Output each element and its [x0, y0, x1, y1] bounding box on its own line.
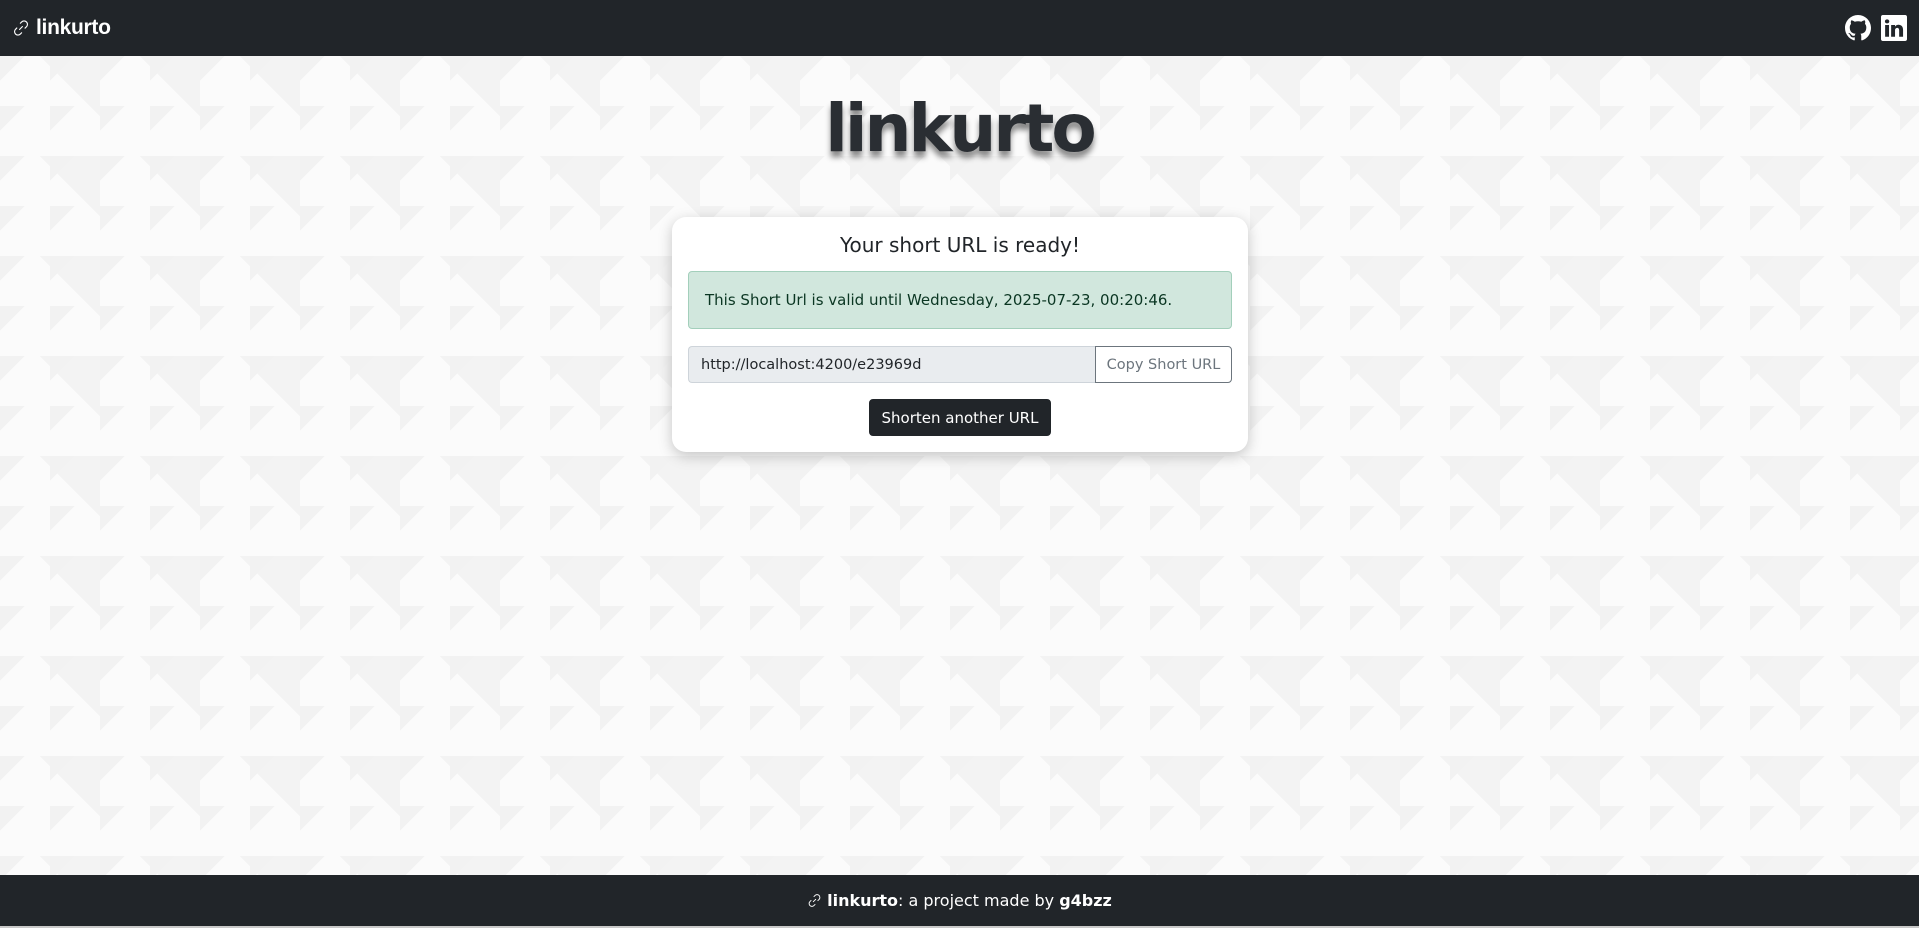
footer-text: : a project made by [898, 891, 1060, 910]
validity-alert-text: This Short Url is valid until Wednesday,… [705, 291, 1173, 309]
brand-text: linkurto [36, 16, 111, 39]
nav-social-links [1845, 15, 1907, 41]
card-title: Your short URL is ready! [839, 233, 1081, 257]
main-area: linkurto Your short URL is ready! This S… [0, 56, 1919, 875]
result-card: Your short URL is ready! This Short Url … [672, 217, 1248, 452]
footer-brand: linkurto [827, 891, 899, 910]
link-icon [807, 893, 822, 908]
footer-author-link[interactable]: g4bzz [1059, 891, 1112, 910]
hero-title: linkurto [825, 90, 1097, 167]
short-url-input[interactable] [688, 346, 1095, 383]
navbar-brand[interactable]: linkurto [12, 16, 111, 40]
copy-short-url-button[interactable]: Copy Short URL [1095, 346, 1232, 383]
linkedin-icon[interactable] [1881, 15, 1907, 41]
validity-alert: This Short Url is valid until Wednesday,… [688, 271, 1232, 329]
short-url-group: Copy Short URL [688, 346, 1232, 383]
button-row: Shorten another URL [688, 399, 1232, 436]
shorten-another-button[interactable]: Shorten another URL [868, 399, 1052, 436]
github-icon[interactable] [1845, 15, 1871, 41]
navbar: linkurto [0, 0, 1919, 56]
footer: linkurto : a project made by g4bzz [0, 875, 1919, 928]
link-icon [12, 19, 30, 37]
